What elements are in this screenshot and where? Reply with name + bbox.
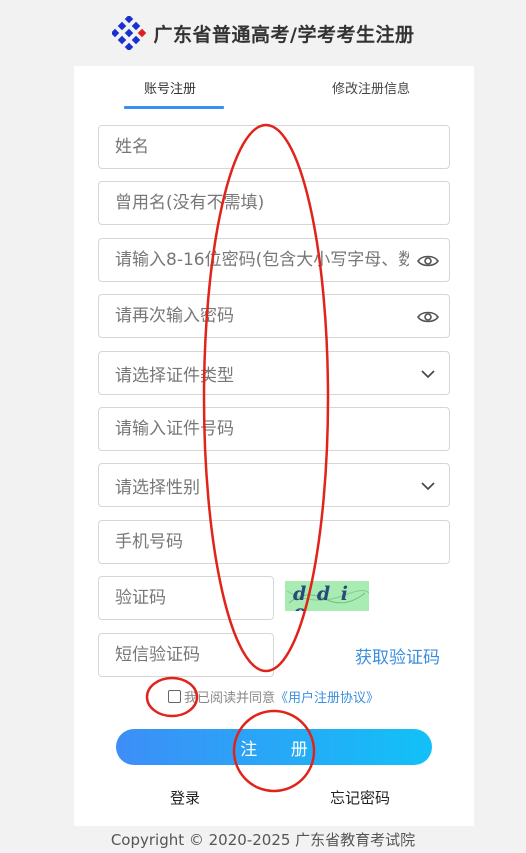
copyright-footer: Copyright © 2020-2025 广东省教育考试院 [110,831,416,849]
id-type-select[interactable]: 请选择证件类型 [98,351,450,395]
active-tab-indicator [124,106,224,109]
register-button[interactable]: 注 册 [116,729,432,765]
confirm-password-field [98,294,450,338]
eye-icon[interactable] [417,250,439,272]
captcha-image[interactable]: d d i 9 [285,581,369,611]
name-input[interactable] [99,126,449,168]
sms-code-input[interactable] [99,634,273,676]
tab-modify-registration[interactable]: 修改注册信息 [332,78,410,97]
login-link[interactable]: 登录 [170,787,200,808]
tab-account-register[interactable]: 账号注册 [144,78,196,97]
name-field [98,125,450,169]
sms-code-field [98,633,274,677]
agreement-row: 我已阅读并同意 《用户注册协议》 [168,686,379,706]
chevron-down-icon [417,475,439,497]
id-number-field [98,407,450,451]
id-type-placeholder: 请选择证件类型 [115,365,234,386]
get-sms-code-link[interactable]: 获取验证码 [355,643,440,668]
captcha-field [98,576,274,620]
password-field [98,238,450,282]
phone-field [98,520,450,564]
gender-select[interactable]: 请选择性别 [98,463,450,507]
id-number-input[interactable] [99,408,449,450]
chevron-down-icon [417,363,439,385]
former-name-field [98,181,450,225]
page-header: 广东省普通高考/学考考生注册 [0,0,526,66]
agreement-text: 我已阅读并同意 [184,690,276,706]
gender-placeholder: 请选择性别 [115,477,200,498]
captcha-input[interactable] [99,577,273,619]
diamond-logo-icon [111,16,146,50]
former-name-input[interactable] [99,182,449,224]
password-input[interactable] [99,239,449,281]
registration-card: 账号注册 修改注册信息 请选择证件类型 请选择性别 [74,66,474,826]
phone-input[interactable] [99,521,449,563]
page-title: 广东省普通高考/学考考生注册 [153,23,415,46]
tab-bar: 账号注册 修改注册信息 [74,66,474,110]
eye-icon[interactable] [417,306,439,328]
confirm-password-input[interactable] [99,295,449,337]
agreement-link[interactable]: 《用户注册协议》 [275,687,379,706]
forgot-password-link[interactable]: 忘记密码 [330,787,390,808]
agreement-checkbox[interactable] [168,689,181,703]
captcha-text: d d i 9 [293,583,351,611]
